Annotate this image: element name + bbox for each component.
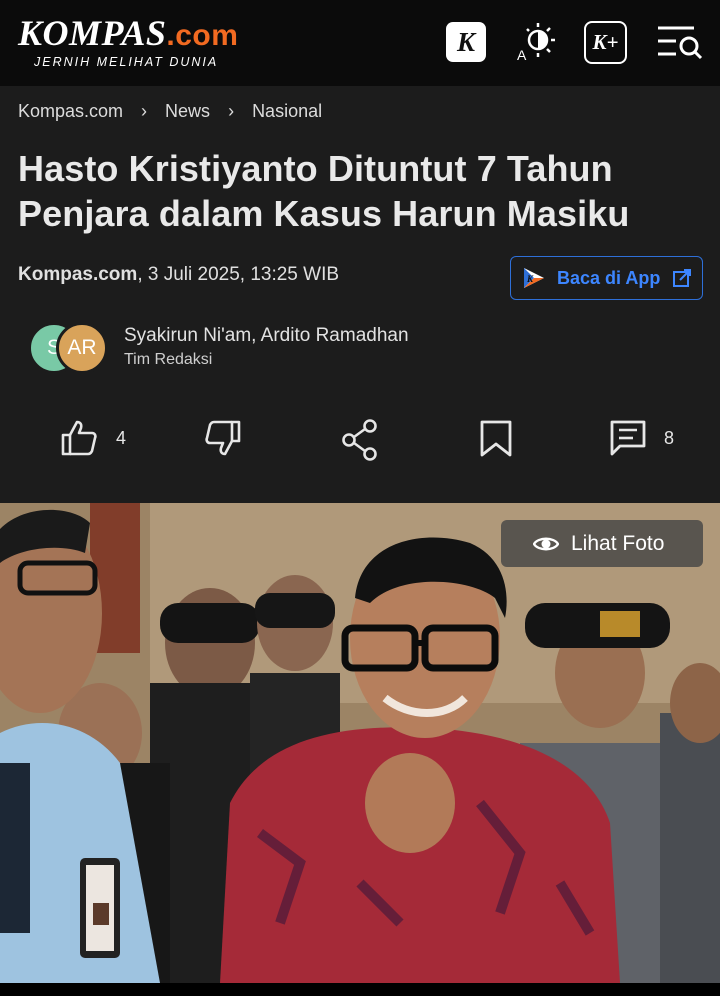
chevron-right-icon: › bbox=[141, 100, 148, 121]
article-photo[interactable] bbox=[0, 503, 720, 983]
author-avatars[interactable]: S AR bbox=[28, 322, 112, 376]
contrast-icon-letter: A bbox=[517, 47, 527, 63]
avatar-initial: AR bbox=[67, 336, 97, 359]
external-link-icon bbox=[673, 269, 691, 287]
avatar: AR bbox=[56, 322, 108, 374]
logo-main-text: KOMPAS bbox=[18, 13, 167, 53]
thumbs-up-icon bbox=[61, 420, 97, 456]
menu-search-icon[interactable] bbox=[656, 20, 704, 64]
breadcrumb-item-news[interactable]: News bbox=[165, 101, 210, 122]
article-source: Kompas.com bbox=[18, 264, 138, 285]
like-button[interactable]: 4 bbox=[60, 418, 126, 458]
kompas-k-icon[interactable]: K bbox=[446, 22, 486, 62]
breadcrumb: Kompas.com › News › Nasional bbox=[18, 100, 322, 122]
share-button[interactable] bbox=[340, 418, 380, 462]
k-icon-label: K bbox=[456, 26, 475, 57]
like-count: 4 bbox=[116, 427, 127, 448]
author-names[interactable]: Syakirun Ni'am, Ardito Ramadhan bbox=[124, 325, 409, 347]
breadcrumb-item-nasional[interactable]: Nasional bbox=[252, 101, 322, 122]
eye-icon bbox=[533, 537, 559, 550]
view-photo-button[interactable]: Lihat Foto bbox=[501, 520, 703, 567]
author-team: Tim Redaksi bbox=[124, 351, 213, 368]
comment-icon bbox=[610, 420, 646, 456]
read-in-app-label: Baca di App bbox=[557, 267, 661, 288]
kompas-logo[interactable]: KOMPAS.com JERNIH MELIHAT DUNIA bbox=[18, 14, 238, 69]
kompas-app-icon: K bbox=[524, 268, 544, 288]
breadcrumb-item-home[interactable]: Kompas.com bbox=[18, 101, 123, 122]
article-meta: Kompas.com, 3 Juli 2025, 13:25 WIB bbox=[18, 264, 339, 286]
contrast-mode-icon[interactable]: A bbox=[514, 20, 558, 64]
view-photo-label: Lihat Foto bbox=[571, 531, 665, 555]
read-in-app-button[interactable]: K Baca di App bbox=[510, 256, 703, 300]
article-date: , 3 Juli 2025, 13:25 WIB bbox=[137, 264, 340, 285]
logo-tagline: JERNIH MELIHAT DUNIA bbox=[34, 55, 219, 69]
kplus-label: K+ bbox=[592, 30, 619, 54]
logo-wordmark: KOMPAS.com bbox=[18, 14, 238, 55]
share-icon bbox=[342, 419, 377, 461]
article-title: Hasto Kristiyanto Dituntut 7 Tahun Penja… bbox=[18, 148, 630, 234]
photo-illustration bbox=[0, 503, 720, 983]
top-navigation-bar: KOMPAS.com JERNIH MELIHAT DUNIA K A K+ bbox=[0, 0, 720, 86]
bookmark-icon bbox=[480, 420, 512, 457]
bottom-divider bbox=[0, 983, 720, 996]
comment-count: 8 bbox=[664, 427, 675, 448]
kompas-plus-icon[interactable]: K+ bbox=[584, 21, 627, 64]
article-action-bar: 4 8 bbox=[0, 410, 720, 470]
chevron-right-icon: › bbox=[228, 100, 235, 121]
dislike-button[interactable] bbox=[204, 418, 242, 458]
thumbs-down-icon bbox=[205, 420, 241, 456]
comment-button[interactable]: 8 bbox=[608, 418, 674, 458]
svg-text:K: K bbox=[526, 274, 534, 284]
bookmark-button[interactable] bbox=[478, 418, 514, 458]
logo-domain-text: .com bbox=[166, 19, 239, 52]
